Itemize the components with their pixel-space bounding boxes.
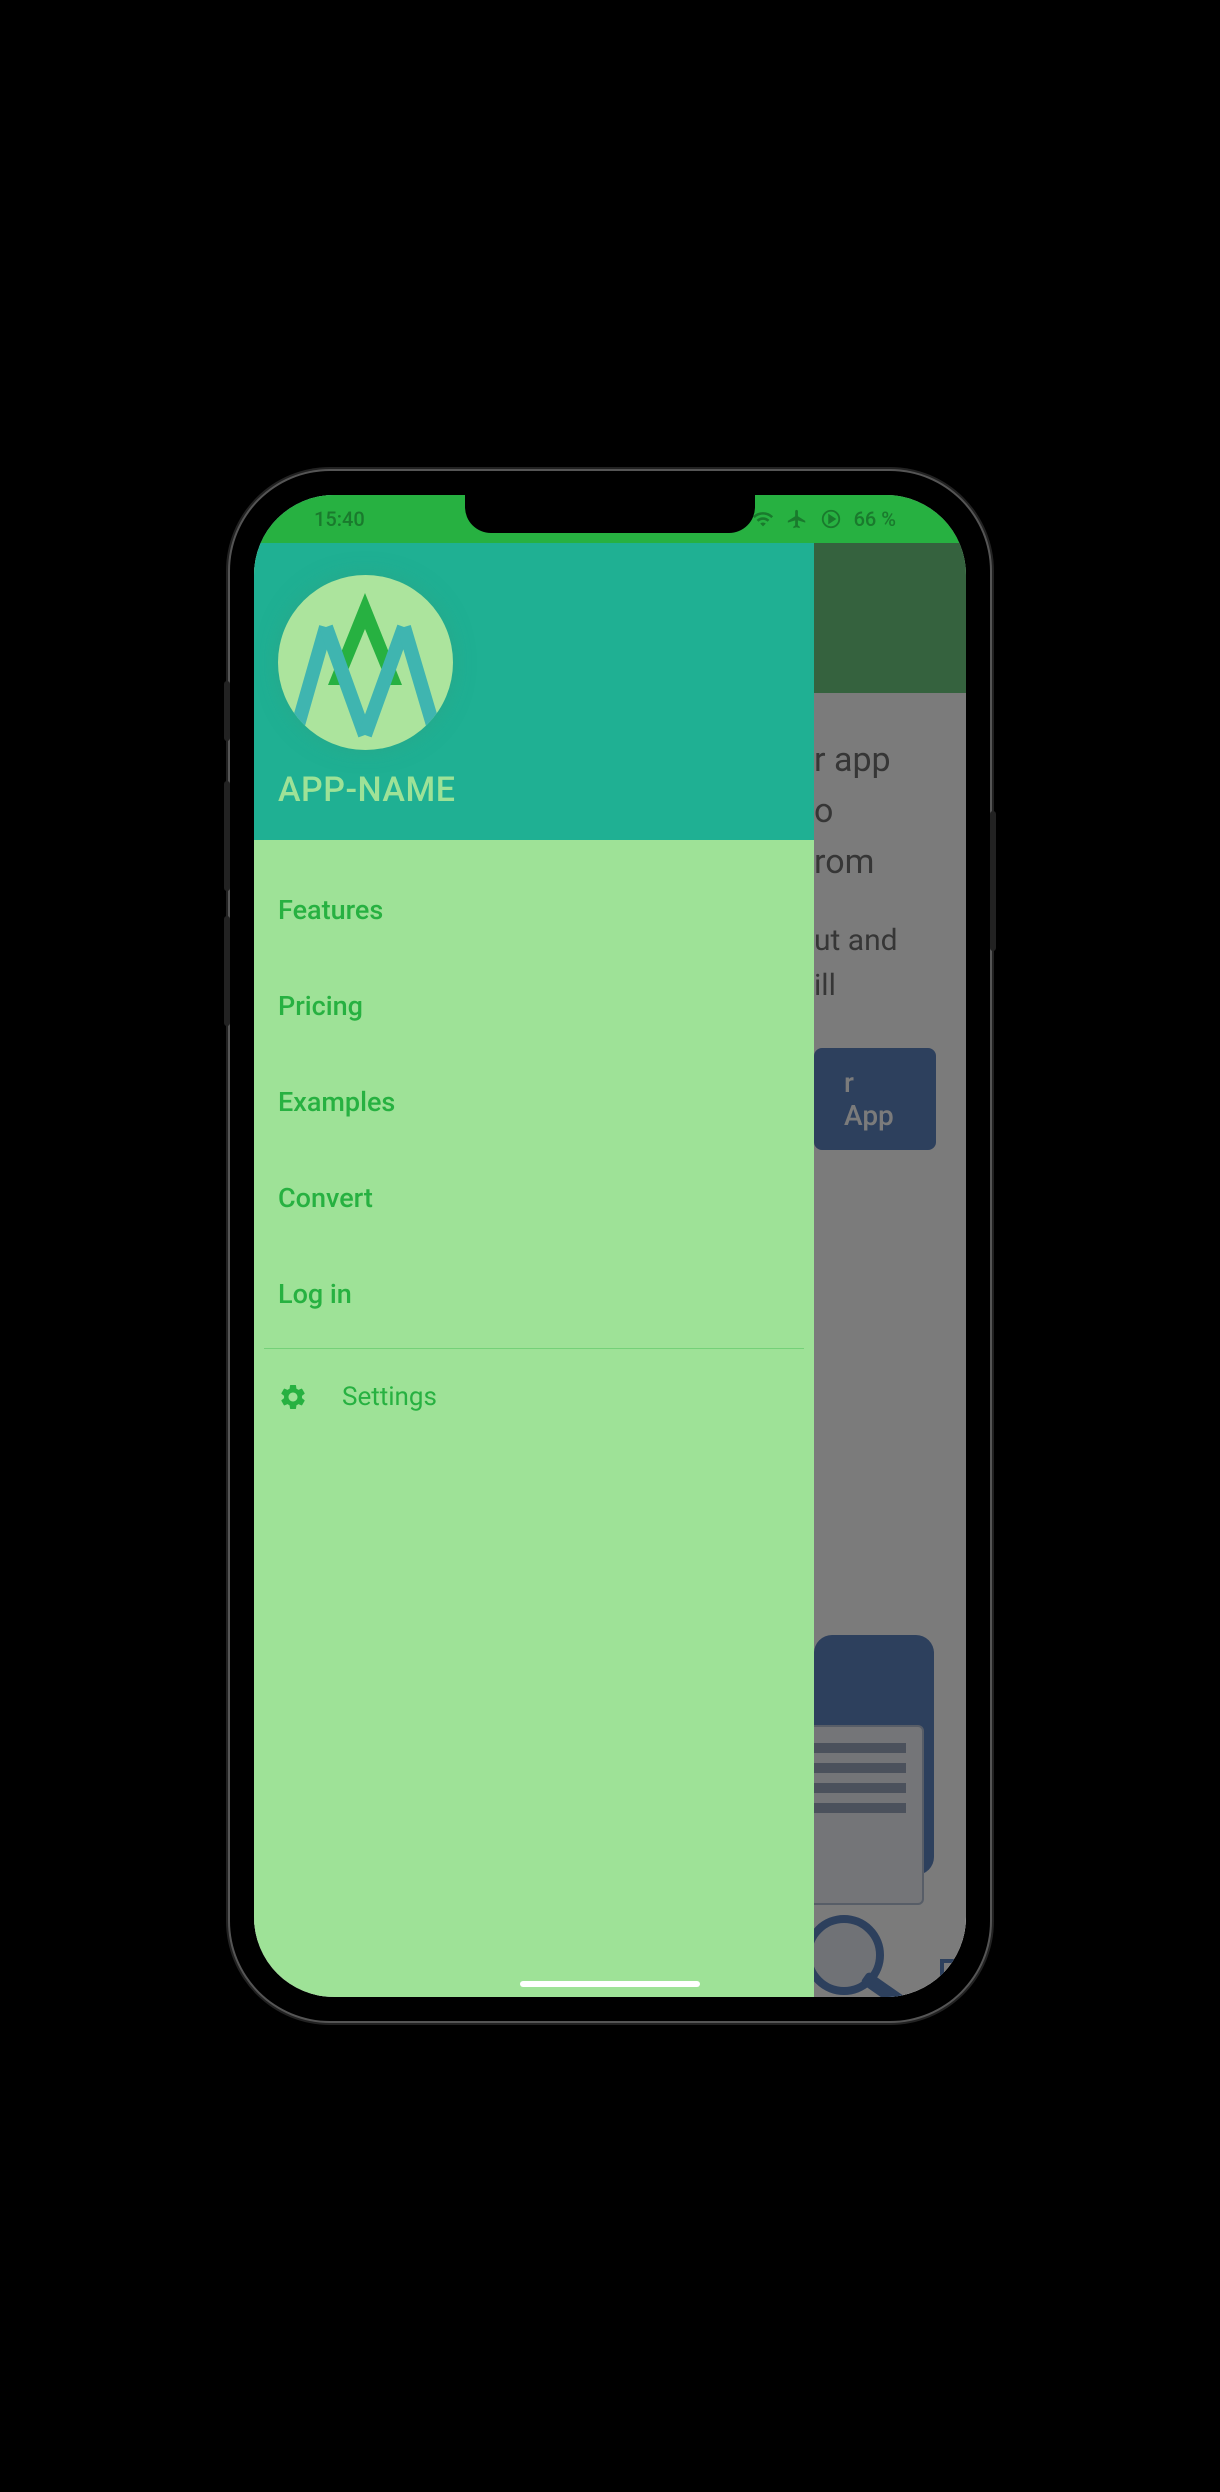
side-button-volume-up xyxy=(224,781,230,891)
nav-drawer: APP-NAME Features Pricing Examples Conve… xyxy=(254,495,814,1997)
drawer-item-features[interactable]: Features xyxy=(254,862,814,958)
airplane-icon xyxy=(786,508,808,530)
drawer-header: APP-NAME xyxy=(254,495,814,840)
drawer-list: Features Pricing Examples Convert Log in xyxy=(254,840,814,1997)
drawer-item-label: Examples xyxy=(278,1086,395,1118)
side-button-power xyxy=(990,811,996,951)
home-indicator[interactable] xyxy=(520,1981,700,1987)
drawer-item-label: Pricing xyxy=(278,990,363,1022)
drawer-item-login[interactable]: Log in xyxy=(254,1246,814,1342)
drawer-item-pricing[interactable]: Pricing xyxy=(254,958,814,1054)
side-button-volume-down xyxy=(224,916,230,1026)
app-name-label: APP-NAME xyxy=(278,770,790,810)
drawer-item-label: Settings xyxy=(342,1382,437,1412)
drawer-item-convert[interactable]: Convert xyxy=(254,1150,814,1246)
phone-frame: 15:40 66 % xyxy=(230,471,990,2021)
screen: 15:40 66 % xyxy=(254,495,966,1997)
wifi-icon xyxy=(752,508,774,530)
notch xyxy=(465,495,755,533)
status-battery-percent: 66 % xyxy=(854,507,896,531)
drawer-item-label: Features xyxy=(278,894,383,926)
gear-icon xyxy=(278,1382,342,1412)
battery-icon xyxy=(820,508,842,530)
drawer-item-examples[interactable]: Examples xyxy=(254,1054,814,1150)
drawer-item-label: Convert xyxy=(278,1182,373,1214)
app-logo xyxy=(278,575,453,750)
drawer-item-settings[interactable]: Settings xyxy=(254,1349,814,1445)
status-time: 15:40 xyxy=(314,507,365,531)
side-button-silent xyxy=(224,681,230,741)
drawer-item-label: Log in xyxy=(278,1278,352,1310)
